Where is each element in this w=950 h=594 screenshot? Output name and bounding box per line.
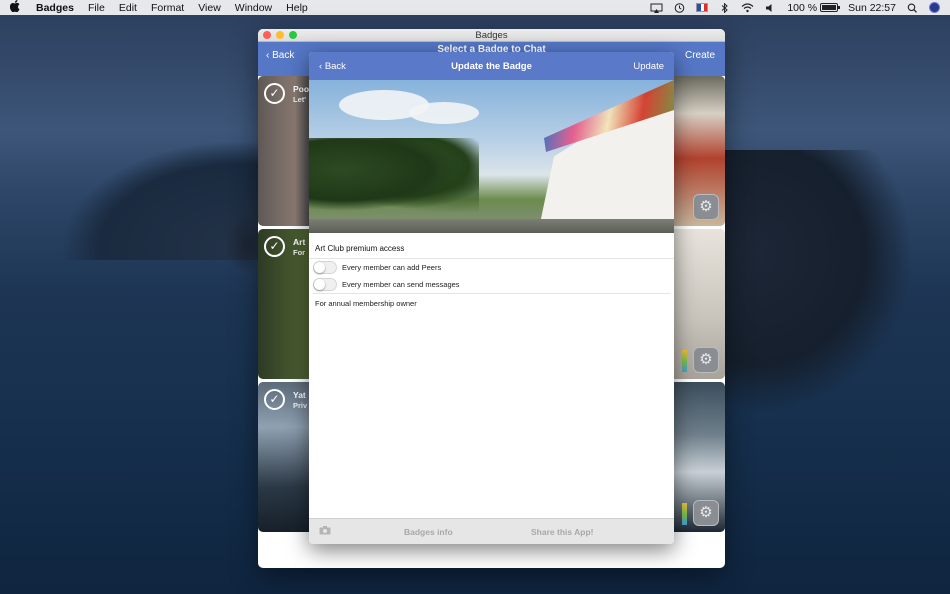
close-button[interactable] [263,31,271,39]
toggle-label: Every member can add Peers [342,263,442,272]
settings-icon[interactable]: ⚙ [693,347,719,373]
volume-icon[interactable] [764,3,777,13]
bluetooth-icon[interactable] [718,2,731,13]
toggle-row-send-messages: Every member can send messages [309,276,674,293]
menu-bar: Badges File Edit Format View Window Help… [0,0,950,15]
menu-help[interactable]: Help [286,2,308,14]
badge-card-title: Yat [293,390,306,400]
badge-card-photo: ⚙ [673,76,725,226]
badge-cover-photo[interactable] [309,80,674,233]
badge-card-subtitle: For [293,248,306,257]
update-button[interactable]: Update [633,61,664,72]
battery-indicator[interactable]: 100 % [787,1,841,14]
minimize-button[interactable] [276,31,284,39]
settings-icon[interactable]: ⚙ [693,194,719,220]
menu-format[interactable]: Format [151,2,184,14]
window-title: Badges [475,30,508,41]
spotlight-icon[interactable] [906,3,919,13]
badge-card-subtitle: Let' [293,95,307,104]
wifi-icon[interactable] [741,2,754,13]
color-strip [682,503,687,525]
badge-name-field[interactable]: Art Club premium access [309,237,674,259]
settings-icon[interactable]: ⚙ [693,500,719,526]
photo-cloud [409,102,479,124]
menu-clock[interactable]: Sun 22:57 [848,2,896,14]
airplay-icon[interactable] [650,3,663,13]
badge-card-title: Poo [293,84,310,94]
battery-icon [820,3,841,12]
menu-view[interactable]: View [198,2,221,14]
menu-edit[interactable]: Edit [119,2,137,14]
create-button[interactable]: Create [685,50,715,61]
camera-icon[interactable] [319,526,331,535]
traffic-lights [263,31,297,39]
badge-card-photo: ⚙ [673,382,725,532]
checkmark-icon[interactable]: ✓ [264,236,285,257]
zoom-button[interactable] [289,31,297,39]
battery-percent: 100 % [787,1,818,14]
badge-card-photo: ⚙ [673,229,725,379]
siri-icon[interactable] [929,2,940,13]
badge-card-title: Art [293,237,306,247]
send-messages-toggle[interactable] [313,278,337,291]
share-app-button[interactable]: Share this App! [531,527,594,537]
checkmark-icon[interactable]: ✓ [264,83,285,104]
status-area: 100 % Sun 22:57 [650,2,940,14]
menu-window[interactable]: Window [235,2,272,14]
sheet-footer: Badges info Share this App! [309,518,674,544]
menu-app-name[interactable]: Badges [36,2,74,14]
apple-icon[interactable] [9,0,24,15]
badge-description-field[interactable]: For annual membership owner [313,293,670,515]
photo-trees [309,138,479,218]
toggle-label: Every member can send messages [342,280,460,289]
photo-ground [309,219,674,233]
toggle-row-add-peers: Every member can add Peers [309,259,674,276]
time-machine-icon[interactable] [673,2,686,13]
sheet-nav-bar: ‹ Back Update the Badge Update [309,52,674,80]
update-badge-sheet: ‹ Back Update the Badge Update Art Club … [309,52,674,544]
window-titlebar[interactable]: Badges [258,29,725,42]
sheet-title: Update the Badge [451,61,532,72]
flag-fr-icon[interactable] [696,3,709,12]
add-peers-toggle[interactable] [313,261,337,274]
color-strip [682,350,687,372]
badges-info-button[interactable]: Badges info [404,527,453,537]
checkmark-icon[interactable]: ✓ [264,389,285,410]
badge-card-subtitle: Priv [293,401,308,410]
battery-fill [822,5,837,10]
menu-file[interactable]: File [88,2,105,14]
